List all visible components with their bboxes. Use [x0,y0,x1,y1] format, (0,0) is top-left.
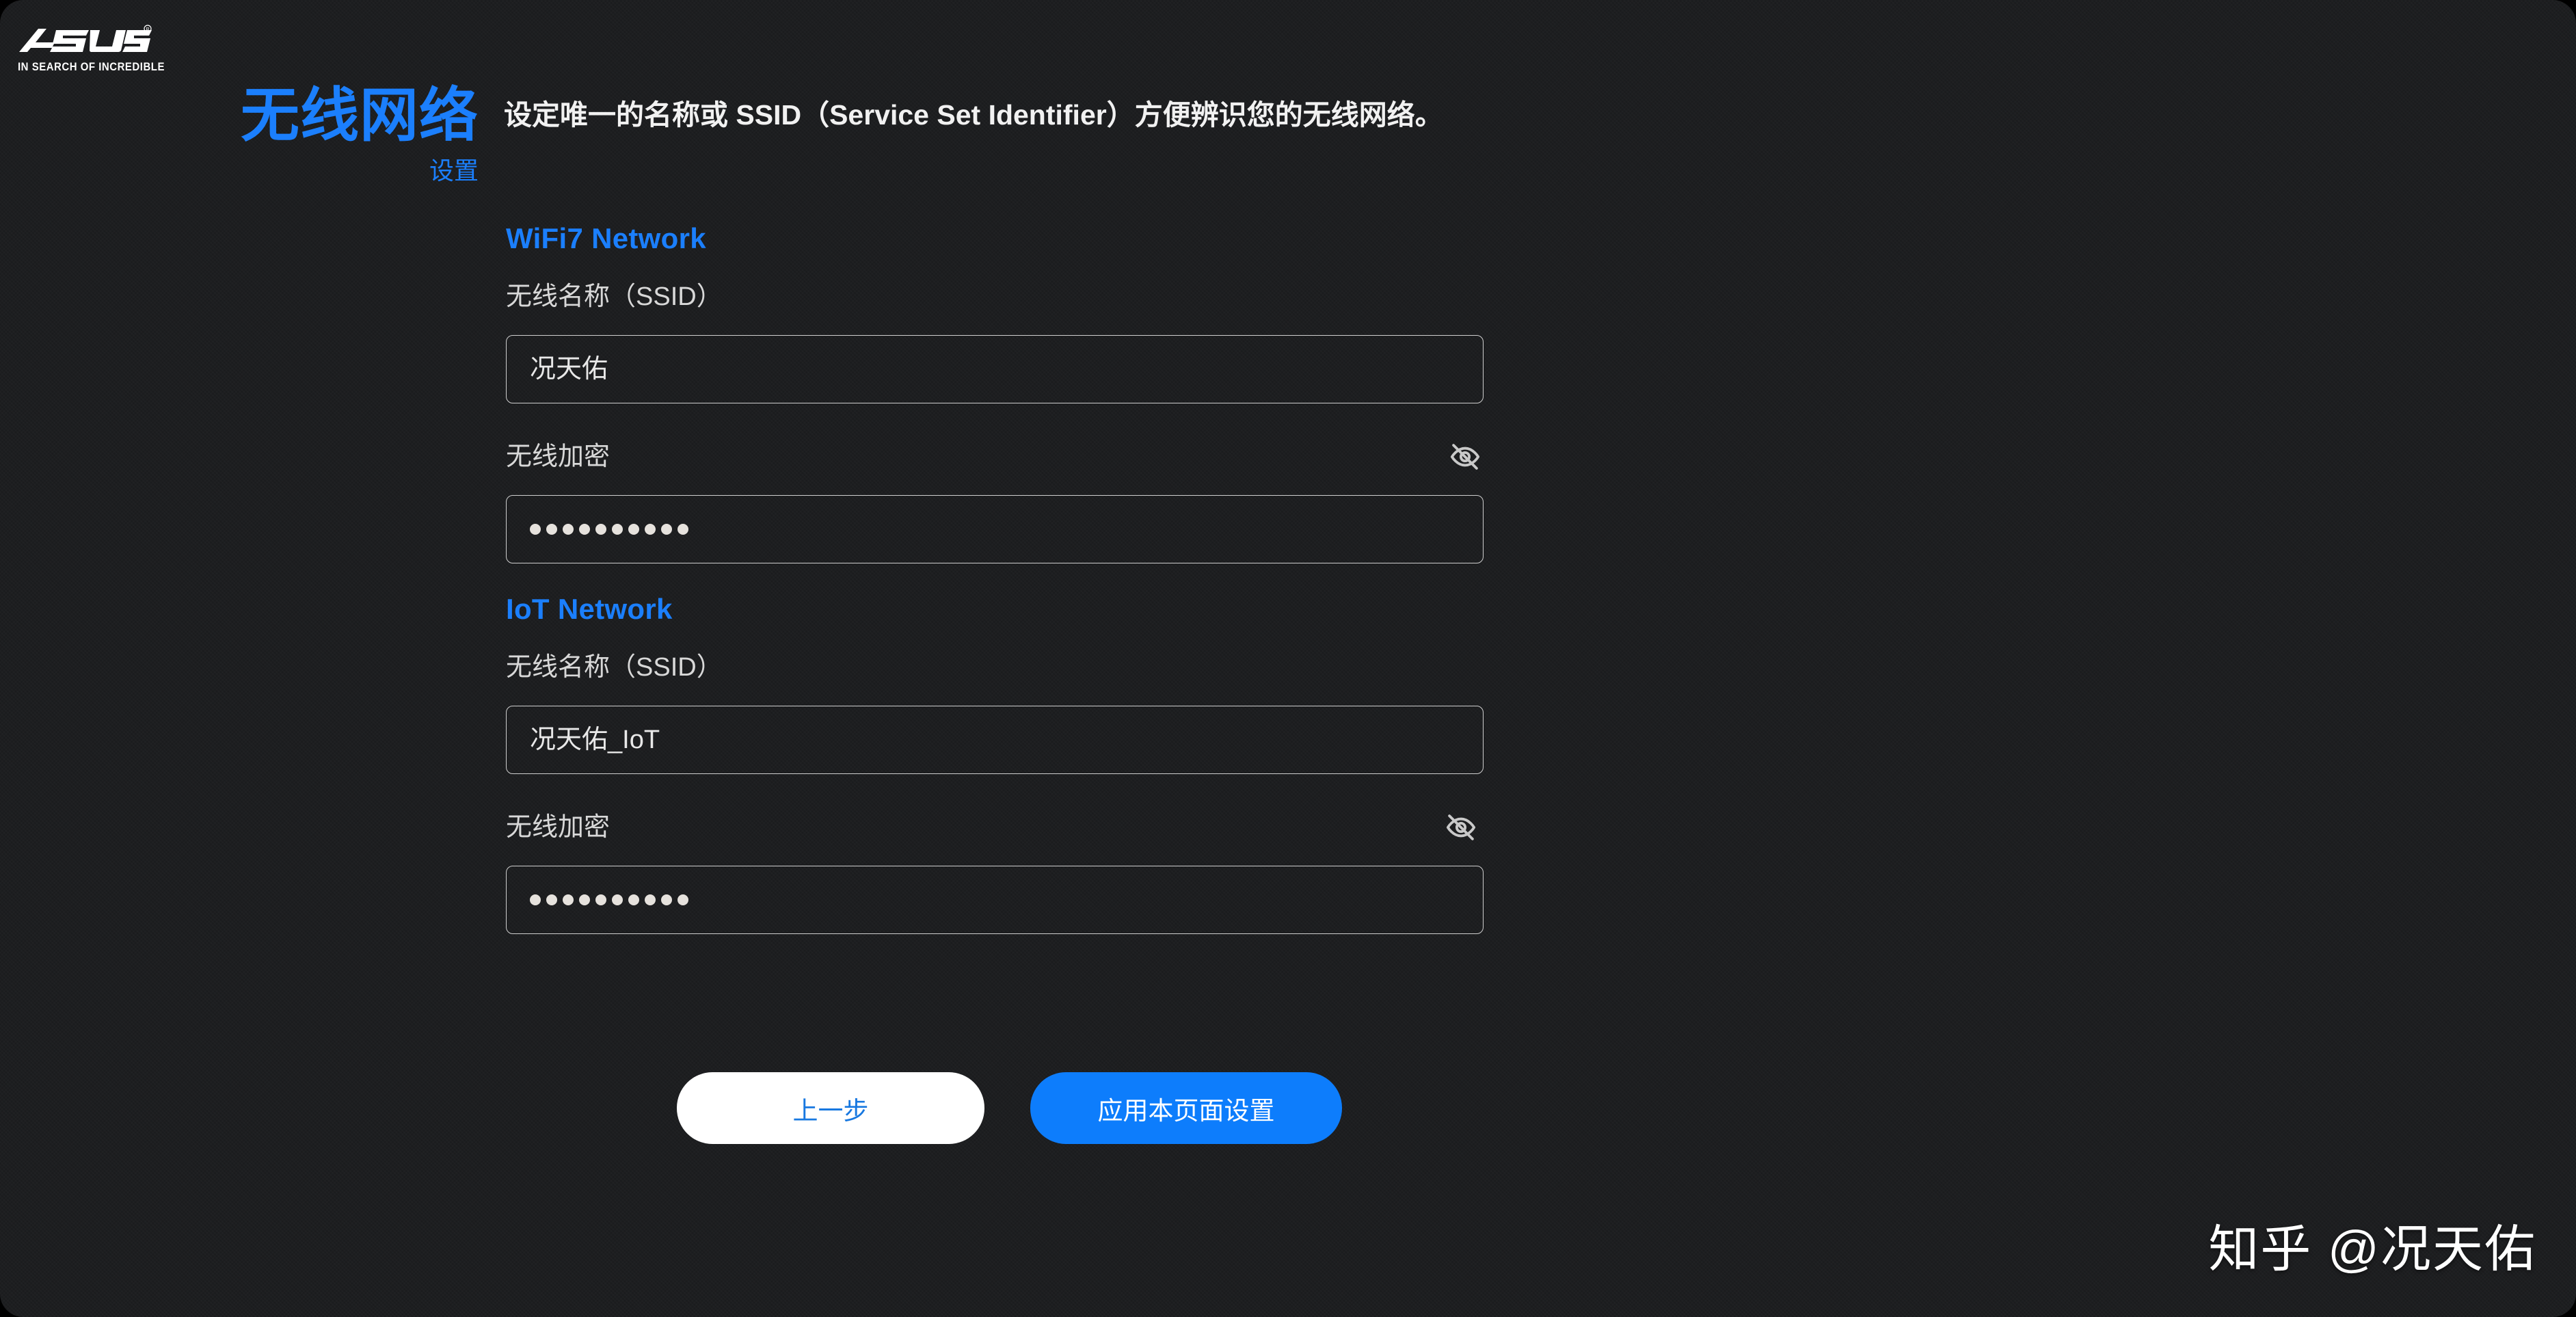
input-iot-ssid[interactable]: 况天佑_IoT [506,706,1484,774]
password-dot [612,894,623,905]
input-iot-password-masked [530,866,688,933]
field-head: 无线名称（SSID） [506,650,1484,685]
label-wifi7-password: 无线加密 [506,442,611,471]
input-wifi7-password[interactable] [506,495,1484,563]
input-wifi7-ssid-value: 况天佑 [530,355,608,384]
field-wifi7-password: 无线加密 [506,439,1484,563]
section-iot: IoT Network 无线名称（SSID） 况天佑_IoT 无线加密 [506,595,1484,934]
password-dot [677,524,688,535]
password-dot [677,894,688,905]
page-description: 设定唯一的名称或 SSID（Service Set Identifier）方便辨… [504,99,1443,131]
asus-logo: R IN SEARCH OF INCREDIBLE [18,25,165,77]
form-actions: 上一步 应用本页面设置 [677,1072,1342,1144]
svg-text:R: R [146,27,149,32]
password-dot [563,524,574,535]
apply-settings-button[interactable]: 应用本页面设置 [1030,1072,1342,1144]
label-iot-password: 无线加密 [506,813,611,842]
field-head: 无线名称（SSID） [506,279,1484,315]
registered-mark-icon: R [144,25,152,33]
back-button[interactable]: 上一步 [677,1072,984,1144]
eye-off-icon[interactable] [1443,809,1479,846]
field-wifi7-ssid: 无线名称（SSID） 况天佑 [506,279,1484,403]
password-dot [595,894,606,905]
password-dot [546,894,557,905]
field-head: 无线加密 [506,810,1484,845]
password-dot [563,894,574,905]
password-dot [628,524,639,535]
section-title-wifi7: WiFi7 Network [506,222,706,254]
input-wifi7-ssid[interactable]: 况天佑 [506,335,1484,403]
password-dot [645,894,656,905]
field-iot-ssid: 无线名称（SSID） 况天佑_IoT [506,650,1484,774]
wireless-settings-page: R IN SEARCH OF INCREDIBLE 无线网络 设置 设定唯一的名… [0,0,2576,1317]
page-heading: 无线网络 设置 [205,86,479,183]
password-dot [661,524,672,535]
password-dot [579,894,590,905]
label-wifi7-ssid: 无线名称（SSID） [506,282,723,311]
watermark: 知乎 @况天佑 [2208,1221,2536,1277]
input-iot-password[interactable] [506,866,1484,934]
page-subtitle: 设置 [429,157,479,185]
input-wifi7-password-masked [530,496,688,563]
section-wifi7: WiFi7 Network 无线名称（SSID） 况天佑 无线加密 [506,224,1484,563]
field-iot-password: 无线加密 [506,810,1484,934]
wireless-form: WiFi7 Network 无线名称（SSID） 况天佑 无线加密 IoT Ne… [506,224,1484,934]
asus-tagline: IN SEARCH OF INCREDIBLE [18,60,165,73]
password-dot [579,524,590,535]
password-dot [530,524,541,535]
password-dot [546,524,557,535]
password-dot [612,524,623,535]
page-title: 无线网络 [241,83,479,148]
password-dot [530,894,541,905]
password-dot [661,894,672,905]
eye-off-icon[interactable] [1447,438,1484,475]
section-title-iot: IoT Network [506,593,673,625]
password-dot [628,894,639,905]
field-head: 无线加密 [506,439,1484,475]
password-dot [645,524,656,535]
label-iot-ssid: 无线名称（SSID） [506,653,723,682]
asus-wordmark-icon: R [19,25,152,52]
input-iot-ssid-value: 况天佑_IoT [530,726,660,754]
password-dot [595,524,606,535]
